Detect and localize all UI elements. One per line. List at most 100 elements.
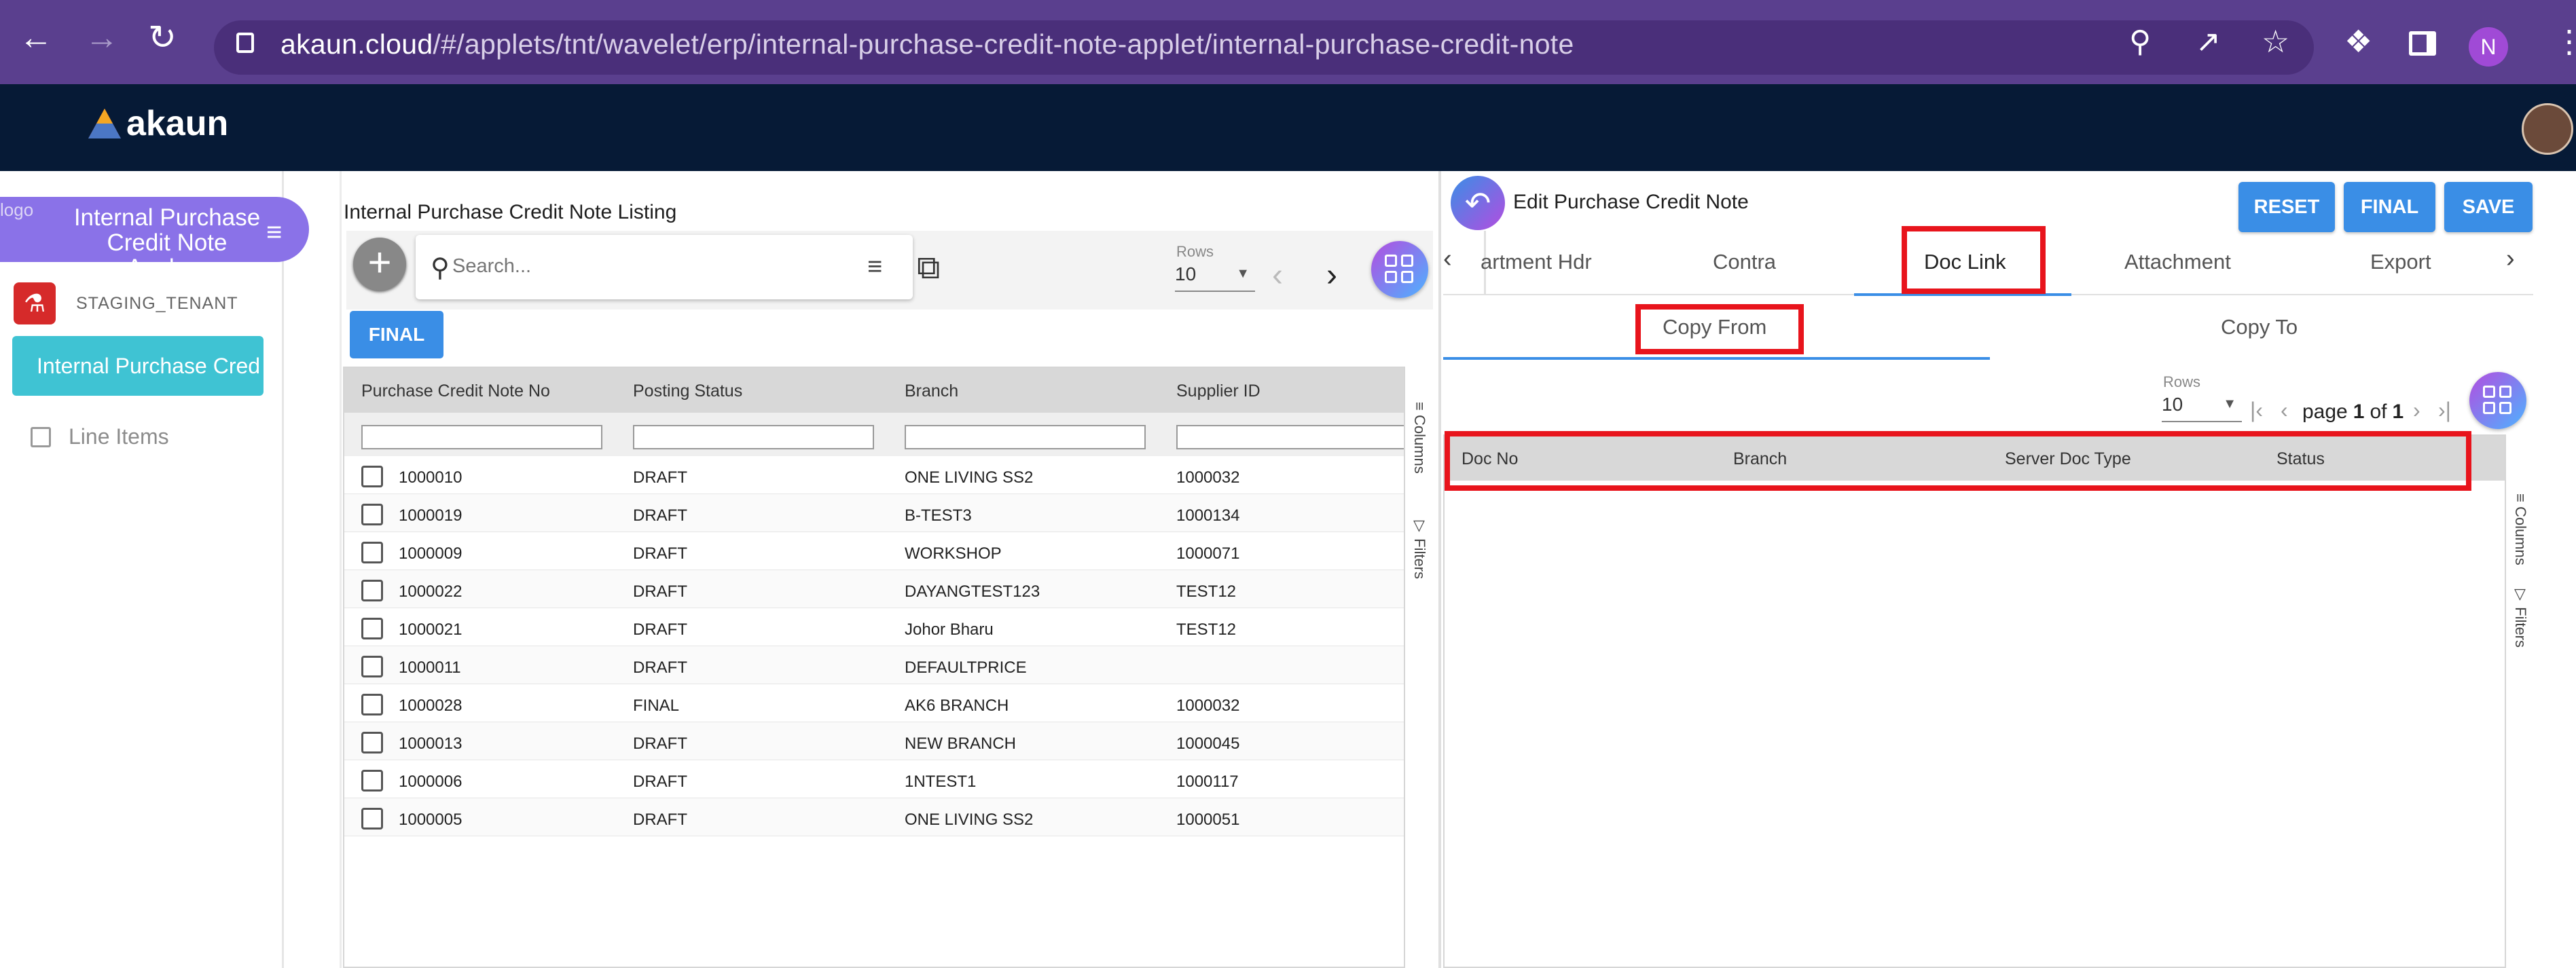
table-row[interactable]: 1000021 DRAFT Johor Bharu TEST12: [344, 608, 1404, 646]
applet-title: logo Internal Purchase Credit Note Apple…: [0, 197, 309, 280]
prev-page-icon-right[interactable]: ‹: [2281, 398, 2288, 423]
row-checkbox[interactable]: [361, 580, 383, 601]
row-checkbox[interactable]: [361, 656, 383, 677]
final-button-listing[interactable]: FINAL: [350, 311, 443, 358]
table-cell: ONE LIVING SS2: [905, 811, 1034, 829]
search-box[interactable]: ⚲ ≡: [416, 235, 913, 299]
row-checkbox[interactable]: [361, 808, 383, 830]
prev-page-icon[interactable]: ‹: [1272, 257, 1283, 294]
table-row[interactable]: 1000022 DRAFT DAYANGTEST123 TEST12: [344, 570, 1404, 608]
tenant-icon: ⚗: [14, 282, 56, 324]
collapse-menu-icon[interactable]: ≡: [266, 217, 282, 248]
columns-side-tab[interactable]: ≡ Columns: [2511, 494, 2529, 565]
sidebar-item-internal-purchase-credit-note[interactable]: Internal Purchase Cred: [12, 336, 264, 396]
table-cell: 1000019: [399, 506, 462, 525]
extensions-icon[interactable]: ❖: [2344, 26, 2372, 57]
row-checkbox[interactable]: [361, 504, 383, 525]
user-avatar[interactable]: [2522, 103, 2573, 155]
url-text[interactable]: akaun.cloud/#/applets/tnt/wavelet/erp/in…: [280, 29, 1574, 60]
table-row[interactable]: 1000028 FINAL AK6 BRANCH 1000032: [344, 684, 1404, 722]
filters-side-tab[interactable]: ▽ Filters: [2511, 586, 2529, 648]
column-header[interactable]: Purchase Credit Note No: [361, 381, 550, 401]
tenant-switcher[interactable]: ⚗ STAGING_TENANT: [14, 280, 272, 327]
copy-icon[interactable]: ⧉: [917, 249, 940, 287]
row-checkbox[interactable]: [361, 694, 383, 715]
table-cell: DEFAULTPRICE: [905, 658, 1027, 677]
table-cell: DRAFT: [633, 582, 687, 601]
star-icon[interactable]: ☆: [2262, 26, 2289, 57]
first-page-icon[interactable]: |‹: [2250, 398, 2263, 423]
rows-value: 10: [1175, 263, 1197, 284]
rows-select-right[interactable]: 10 ▼: [2162, 394, 2242, 422]
sidepanel-icon[interactable]: [2409, 31, 2436, 56]
column-header[interactable]: Supplier ID: [1176, 381, 1260, 401]
filter-input[interactable]: [905, 425, 1146, 449]
filter-input[interactable]: [361, 425, 602, 449]
more-menu-icon[interactable]: ⋮: [2554, 26, 2576, 57]
filter-input[interactable]: [1176, 425, 1404, 449]
row-checkbox[interactable]: [361, 542, 383, 563]
final-button[interactable]: FINAL: [2344, 182, 2435, 232]
filter-input[interactable]: [633, 425, 874, 449]
add-button[interactable]: +: [353, 238, 406, 291]
edit-title: Edit Purchase Credit Note: [1513, 191, 1749, 213]
next-page-icon-right[interactable]: ›: [2413, 398, 2420, 423]
table-cell: DAYANGTEST123: [905, 582, 1040, 601]
table-cell: AK6 BRANCH: [905, 696, 1009, 715]
row-checkbox[interactable]: [361, 770, 383, 792]
row-checkbox[interactable]: [361, 466, 383, 487]
table-cell: Johor Bharu: [905, 620, 994, 639]
table-cell: WORKSHOP: [905, 544, 1002, 563]
table-row[interactable]: 1000011 DRAFT DEFAULTPRICE: [344, 646, 1404, 684]
reload-icon[interactable]: ↻: [148, 20, 177, 54]
filters-side-tab[interactable]: ▽ Filters: [1411, 517, 1428, 579]
columns-side-tab[interactable]: ≡ Columns: [1411, 402, 1428, 474]
filter-icon[interactable]: ≡: [867, 253, 882, 282]
active-subtab-indicator: [1443, 357, 1990, 360]
column-header[interactable]: Posting Status: [633, 381, 742, 401]
tabs-scroll-left-icon[interactable]: ‹: [1443, 244, 1452, 274]
column-header[interactable]: Branch: [905, 381, 958, 401]
row-checkbox[interactable]: [361, 732, 383, 753]
grid-view-button-right[interactable]: [2469, 372, 2526, 429]
last-page-icon[interactable]: ›|: [2438, 398, 2451, 423]
table-row[interactable]: 1000019 DRAFT B-TEST3 1000134: [344, 494, 1404, 532]
tab-contra[interactable]: Contra: [1713, 250, 1776, 274]
table-row[interactable]: 1000005 DRAFT ONE LIVING SS2 1000051: [344, 798, 1404, 836]
zoom-icon[interactable]: ⚲: [2129, 27, 2151, 57]
table-cell: DRAFT: [633, 544, 687, 563]
table-cell: DRAFT: [633, 620, 687, 639]
table-cell: 1000071: [1176, 544, 1240, 563]
table-row[interactable]: 1000013 DRAFT NEW BRANCH 1000045: [344, 722, 1404, 760]
tabs-scroll-right-icon[interactable]: ›: [2506, 244, 2515, 274]
table-row[interactable]: 1000006 DRAFT 1NTEST1 1000117: [344, 760, 1404, 798]
table-row[interactable]: 1000009 DRAFT WORKSHOP 1000071: [344, 532, 1404, 570]
tab-department-hdr[interactable]: artment Hdr: [1481, 250, 1592, 274]
back-button[interactable]: ↶: [1451, 176, 1505, 230]
table-cell: ONE LIVING SS2: [905, 468, 1034, 487]
table-cell: 1000021: [399, 620, 462, 639]
highlight-doc-link-tab: [1902, 226, 2046, 294]
next-page-icon[interactable]: ›: [1326, 257, 1337, 294]
rows-select[interactable]: 10 ▼: [1175, 263, 1255, 292]
forward-arrow-icon[interactable]: →: [85, 20, 119, 54]
row-checkbox[interactable]: [361, 618, 383, 639]
profile-avatar[interactable]: N: [2469, 27, 2508, 67]
subtab-copy-to[interactable]: Copy To: [2221, 315, 2298, 339]
table-row[interactable]: 1000010 DRAFT ONE LIVING SS2 1000032: [344, 456, 1404, 494]
save-button[interactable]: SAVE: [2444, 182, 2533, 232]
applet-title-text: Internal Purchase Credit Note Apple...: [73, 204, 261, 281]
table-cell: 1000010: [399, 468, 462, 487]
share-icon[interactable]: ↗: [2196, 27, 2221, 57]
table-cell: TEST12: [1176, 582, 1237, 601]
tab-attachment[interactable]: Attachment: [2124, 250, 2231, 274]
search-input[interactable]: [452, 248, 833, 284]
doc-link-grid: Doc No Branch Server Doc Type Status: [1443, 434, 2506, 968]
table-cell: 1000051: [1176, 811, 1240, 829]
table-cell: 1000134: [1176, 506, 1240, 525]
grid-view-button[interactable]: [1371, 241, 1428, 298]
sidebar-item-line-items[interactable]: Line Items: [31, 424, 169, 449]
tab-export[interactable]: Export: [2370, 250, 2431, 274]
back-arrow-icon[interactable]: ←: [19, 20, 53, 54]
reset-button[interactable]: RESET: [2238, 182, 2335, 232]
